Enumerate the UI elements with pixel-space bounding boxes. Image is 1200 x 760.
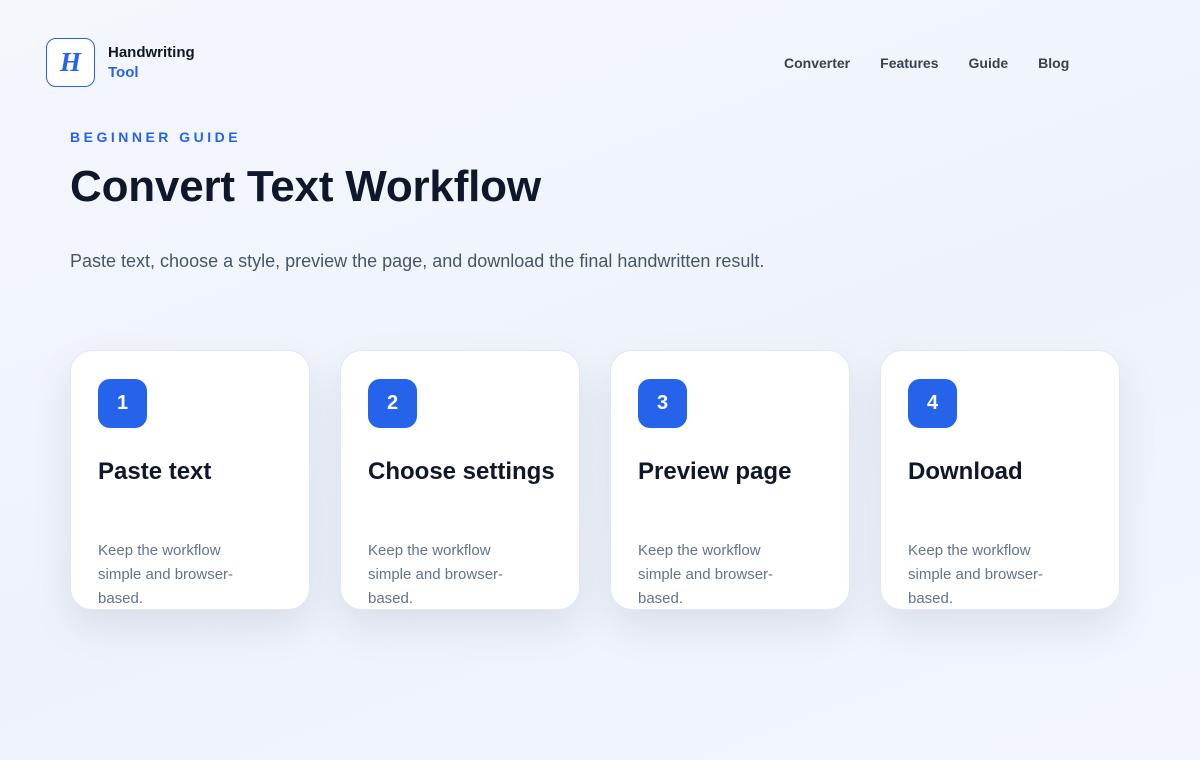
- step-number-badge: 3: [638, 379, 687, 428]
- step-description: Keep the workflow simple and browser-bas…: [98, 542, 234, 607]
- step-description: Keep the workflow simple and browser-bas…: [638, 542, 774, 607]
- logo-icon: H: [46, 38, 95, 87]
- brand-text: Handwriting Tool: [108, 43, 195, 83]
- step-number-badge: 4: [908, 379, 957, 428]
- step-number-badge: 2: [368, 379, 417, 428]
- eyebrow-label: BEGINNER GUIDE: [70, 129, 242, 145]
- step-title: Choose settings: [368, 458, 555, 485]
- steps-list: 1 Paste text Keep the workflow simple an…: [70, 350, 1120, 610]
- brand-name: Handwriting: [108, 43, 195, 61]
- step-title: Download: [908, 458, 1023, 485]
- page-title: Convert Text Workflow: [70, 162, 541, 211]
- step-card: 2 Choose settings Keep the workflow simp…: [340, 350, 580, 610]
- page-subtitle: Paste text, choose a style, preview the …: [70, 251, 765, 271]
- nav-item-features[interactable]: Features: [880, 55, 938, 71]
- page: H Handwriting Tool Converter Features Gu…: [0, 0, 1200, 760]
- logo-letter: H: [59, 47, 81, 77]
- step-description: Keep the workflow simple and browser-bas…: [908, 542, 1044, 607]
- brand-sub: Tool: [108, 63, 139, 81]
- nav-item-blog[interactable]: Blog: [1038, 55, 1069, 71]
- step-title: Paste text: [98, 458, 212, 485]
- brand-home-link[interactable]: H Handwriting Tool: [46, 38, 195, 87]
- step-card: 4 Download Keep the workflow simple and …: [880, 350, 1120, 610]
- step-description: Keep the workflow simple and browser-bas…: [368, 542, 504, 607]
- nav-item-guide[interactable]: Guide: [969, 55, 1009, 71]
- main-nav: Converter Features Guide Blog: [784, 55, 1069, 71]
- step-title: Preview page: [638, 458, 792, 485]
- step-number-badge: 1: [98, 379, 147, 428]
- nav-item-converter[interactable]: Converter: [784, 55, 850, 71]
- step-card: 1 Paste text Keep the workflow simple an…: [70, 350, 310, 610]
- step-card: 3 Preview page Keep the workflow simple …: [610, 350, 850, 610]
